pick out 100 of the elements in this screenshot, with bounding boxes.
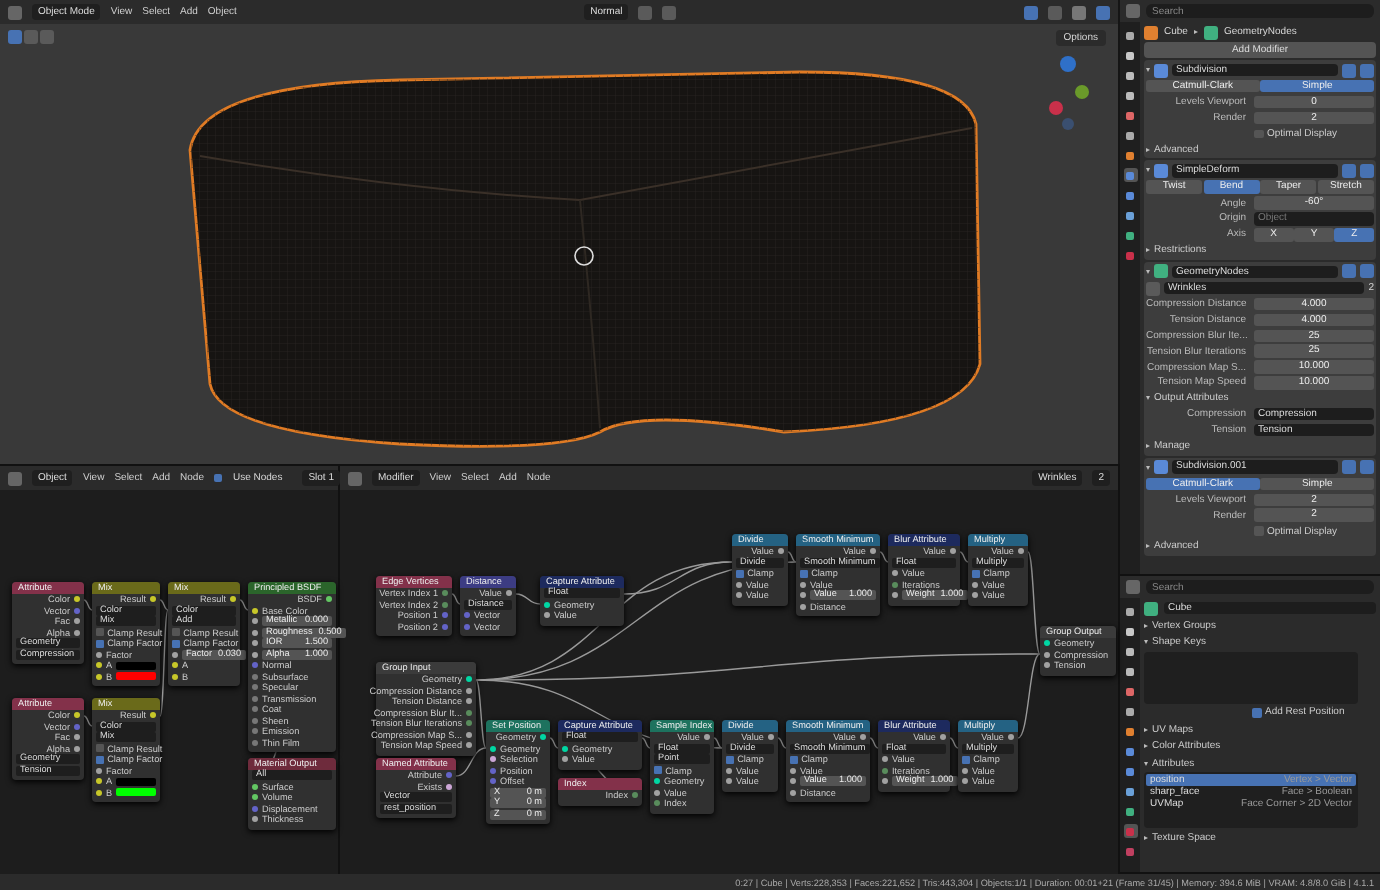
- editor-type-icon[interactable]: [348, 471, 362, 485]
- socket-dot[interactable]: [1044, 662, 1050, 669]
- socket-dot[interactable]: [96, 767, 102, 774]
- editor-type-icon[interactable]: [8, 5, 22, 19]
- socket-dot[interactable]: [790, 778, 796, 785]
- properties-tab-icon[interactable]: [1123, 684, 1137, 698]
- editmode-toggle-icon[interactable]: [1342, 460, 1356, 475]
- socket-dot[interactable]: [1044, 651, 1050, 658]
- socket-dot[interactable]: [892, 592, 898, 599]
- node-checkbox[interactable]: [972, 569, 980, 578]
- socket-dot[interactable]: [466, 676, 472, 683]
- socket-dot[interactable]: [466, 731, 472, 738]
- caret-icon[interactable]: [1146, 544, 1150, 549]
- properties-tab-icon[interactable]: [1123, 108, 1137, 122]
- properties-tab-icon[interactable]: [1123, 128, 1137, 142]
- socket-dot[interactable]: [736, 592, 742, 599]
- socket-dot[interactable]: [736, 581, 742, 588]
- caret-icon[interactable]: [1144, 836, 1148, 841]
- socket-dot[interactable]: [326, 596, 332, 603]
- properties-tab-icon[interactable]: [1123, 644, 1137, 658]
- socket-dot[interactable]: [252, 783, 258, 790]
- socket-dot[interactable]: [252, 662, 258, 669]
- socket-dot[interactable]: [96, 651, 102, 658]
- socket-dot[interactable]: [654, 789, 660, 796]
- socket-dot[interactable]: [252, 695, 258, 702]
- socket-dot[interactable]: [96, 662, 102, 669]
- properties-tab-icon[interactable]: [1123, 764, 1137, 778]
- properties-tab-icon[interactable]: [1123, 664, 1137, 678]
- socket-dot[interactable]: [252, 640, 258, 647]
- shading-rendered-icon[interactable]: [1096, 5, 1110, 19]
- socket-dot[interactable]: [778, 548, 784, 555]
- properties-tab-icon[interactable]: [1123, 784, 1137, 798]
- socket-dot[interactable]: [74, 723, 80, 730]
- caret-icon[interactable]: [1144, 761, 1148, 766]
- socket-dot[interactable]: [464, 623, 470, 630]
- socket-dot[interactable]: [892, 570, 898, 577]
- socket-dot[interactable]: [230, 596, 236, 603]
- socket-dot[interactable]: [972, 592, 978, 599]
- editmode-toggle-icon[interactable]: [1342, 63, 1356, 77]
- viewport-toggle-icon[interactable]: [1360, 163, 1374, 178]
- use-nodes-checkbox[interactable]: [213, 473, 223, 483]
- node-checkbox[interactable]: [172, 639, 180, 648]
- socket-dot[interactable]: [726, 767, 732, 774]
- socket-dot[interactable]: [96, 673, 102, 680]
- socket-dot[interactable]: [252, 607, 258, 614]
- socket-dot[interactable]: [544, 612, 550, 619]
- properties-tab-icon[interactable]: [1123, 724, 1137, 738]
- socket-dot[interactable]: [252, 706, 258, 713]
- properties-tab-icon[interactable]: [1123, 28, 1137, 42]
- socket-dot[interactable]: [972, 581, 978, 588]
- caret-icon[interactable]: [1146, 147, 1150, 152]
- socket-dot[interactable]: [446, 772, 452, 779]
- properties-tab-icon[interactable]: [1123, 148, 1137, 162]
- socket-dot[interactable]: [882, 756, 888, 763]
- socket-dot[interactable]: [654, 800, 660, 807]
- socket-dot[interactable]: [466, 709, 472, 716]
- socket-dot[interactable]: [1044, 640, 1050, 647]
- socket-dot[interactable]: [490, 756, 496, 763]
- caret-icon[interactable]: [1144, 744, 1148, 749]
- node-checkbox[interactable]: [96, 628, 104, 637]
- checkbox[interactable]: [1254, 129, 1263, 139]
- socket-dot[interactable]: [562, 756, 568, 763]
- socket-dot[interactable]: [790, 789, 796, 796]
- viewport-toggle-icon[interactable]: [1360, 63, 1374, 77]
- socket-dot[interactable]: [632, 792, 638, 799]
- socket-dot[interactable]: [252, 673, 258, 680]
- socket-dot[interactable]: [870, 548, 876, 555]
- socket-dot[interactable]: [96, 789, 102, 796]
- socket-dot[interactable]: [860, 734, 866, 741]
- properties-tab-icon[interactable]: [1123, 624, 1137, 638]
- caret-icon[interactable]: [1144, 727, 1148, 732]
- socket-dot[interactable]: [466, 698, 472, 705]
- socket-dot[interactable]: [726, 778, 732, 785]
- socket-dot[interactable]: [74, 607, 80, 614]
- caret-icon[interactable]: [1146, 248, 1150, 253]
- socket-dot[interactable]: [892, 581, 898, 588]
- socket-dot[interactable]: [466, 742, 472, 749]
- socket-dot[interactable]: [962, 767, 968, 774]
- color-swatch[interactable]: [116, 661, 156, 670]
- socket-dot[interactable]: [74, 745, 80, 752]
- socket-dot[interactable]: [252, 728, 258, 735]
- properties-tab-icon[interactable]: [1123, 604, 1137, 618]
- socket-dot[interactable]: [800, 603, 806, 610]
- socket-dot[interactable]: [654, 778, 660, 785]
- socket-dot[interactable]: [252, 618, 258, 625]
- properties-tab-icon[interactable]: [1123, 188, 1137, 202]
- node-tree-icon[interactable]: [1146, 281, 1160, 296]
- socket-dot[interactable]: [800, 592, 806, 599]
- socket-dot[interactable]: [252, 816, 258, 823]
- properties-tab-icon[interactable]: [1123, 704, 1137, 718]
- socket-dot[interactable]: [252, 739, 258, 746]
- socket-dot[interactable]: [940, 734, 946, 741]
- socket-dot[interactable]: [74, 618, 80, 625]
- editor-type-icon[interactable]: [8, 471, 22, 485]
- socket-dot[interactable]: [252, 651, 258, 658]
- socket-dot[interactable]: [252, 794, 258, 801]
- node-checkbox[interactable]: [962, 755, 970, 764]
- color-swatch[interactable]: [116, 777, 156, 786]
- socket-dot[interactable]: [490, 767, 496, 774]
- properties-tab-icon[interactable]: [1123, 228, 1137, 242]
